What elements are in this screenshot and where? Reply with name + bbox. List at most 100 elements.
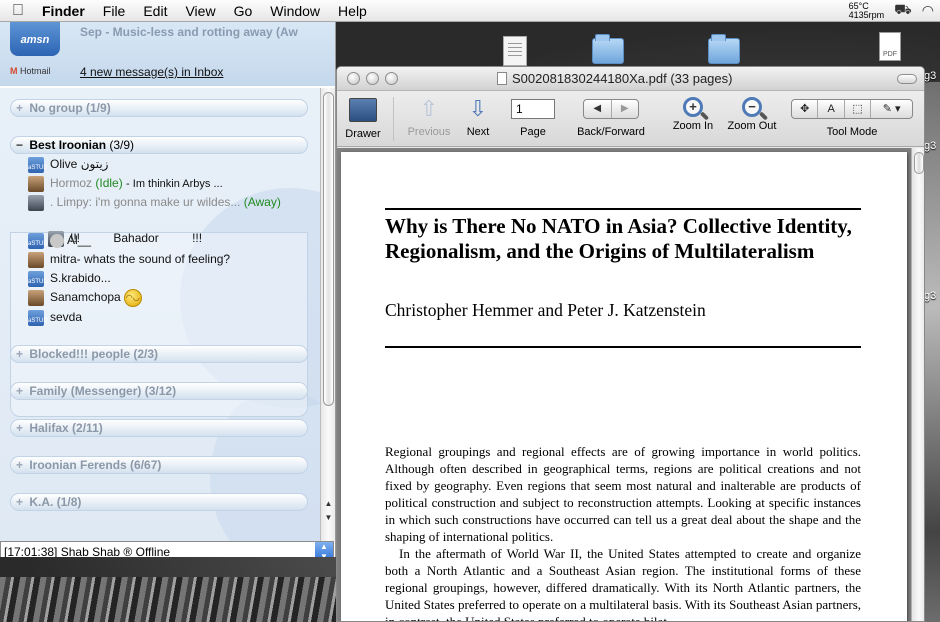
menu-go[interactable]: Go [225, 0, 262, 22]
contact-item[interactable]: Hormoz (Idle) - Im thinkin Arbys ... [28, 175, 313, 192]
group-best-iroonian[interactable]: − Best Iroonian (3/9) [10, 136, 308, 154]
personal-status-message[interactable]: Sep - Music-less and rotting away (Aw [80, 25, 330, 39]
scroll-down-arrow-icon[interactable]: ▼ [321, 511, 335, 525]
page-number-input[interactable]: 1 [511, 99, 555, 119]
zoom-in-icon: + [683, 97, 703, 117]
annotate-tool-icon[interactable]: ✎ ▾ [870, 100, 912, 118]
group-name: No group [29, 101, 83, 115]
contact-personal-message: - Im thinkin Arbys ... [126, 178, 223, 190]
contact-name: mitra- whats the sound of feeling? [50, 252, 231, 266]
contact-item[interactable]: aSTUD S.krabido... [28, 270, 313, 287]
contact-name: Sanamchopa [50, 290, 121, 305]
contact-avatar [28, 251, 44, 268]
contact-name: Hormoz [50, 176, 93, 190]
contact-list: + No group (1/9) − Best Iroonian (3/9) a… [0, 88, 320, 541]
desktop-document-icon[interactable] [503, 36, 527, 66]
expand-icon: + [16, 421, 24, 435]
desktop-folder-icon[interactable] [592, 34, 624, 64]
preview-toolbar: Drawer ⇧ Previous ⇩ Next 1 Page ◀ ▶ Back… [337, 91, 924, 147]
preview-title-bar[interactable]: S002081830244180Xa.pdf (33 pages) [337, 67, 924, 91]
tool-mode-segmented: ✥ A ⬚ ✎ ▾ [791, 99, 913, 119]
contact-item[interactable]: !!! Bahador !!! [28, 213, 313, 247]
menu-app-finder[interactable]: Finder [36, 0, 94, 22]
preview-window: S002081830244180Xa.pdf (33 pages) Drawer… [336, 66, 925, 622]
menu-edit[interactable]: Edit [134, 0, 176, 22]
minimize-button[interactable] [366, 72, 379, 85]
contact-item[interactable]: aSTUD sevda [28, 309, 313, 326]
select-tool-icon[interactable]: ⬚ [843, 100, 870, 118]
contact-status: (Away) [243, 195, 281, 209]
group-count: (6/67) [130, 458, 162, 472]
sad-emoticon-icon: ◠◡ [123, 289, 142, 307]
amsn-header: amsn Sep - Music-less and rotting away (… [0, 22, 335, 86]
group-iroonian-ferends[interactable]: + Iroonian Ferends (6/67) [10, 456, 308, 474]
expand-icon: + [16, 101, 24, 115]
contact-item[interactable]: Sanamchopa ◠◡ [28, 289, 313, 307]
document-view[interactable]: Why is There No NATO in Asia? Collective… [337, 148, 924, 622]
tool-mode-label: Tool Mode [826, 126, 878, 138]
contact-list-scrollbar[interactable]: ▲ ▼ [320, 88, 335, 541]
paragraph: In the aftermath of World War II, the Un… [385, 546, 861, 622]
contact-item[interactable]: mitra- whats the sound of feeling? [28, 251, 313, 268]
expand-icon: + [16, 495, 24, 509]
paper-body: Regional groupings and regional effects … [385, 443, 861, 622]
group-count: (1/8) [56, 495, 82, 509]
contact-avatar: aSTUD [28, 309, 48, 326]
menu-view[interactable]: View [176, 0, 224, 22]
default-avatar-icon [50, 233, 64, 248]
paper-authors: Christopher Hemmer and Peter J. Katzenst… [385, 300, 706, 320]
apple-icon[interactable]:  [0, 2, 36, 20]
scrollbar-thumb[interactable] [914, 152, 924, 174]
group-halifax[interactable]: + Halifax (2/11) [10, 419, 308, 437]
forward-button[interactable]: ▶ [610, 100, 639, 118]
inbox-link[interactable]: 4 new message(s) in Inbox [80, 65, 223, 79]
desktop-pdf-icon[interactable]: PDF [879, 32, 901, 61]
close-button[interactable] [347, 72, 360, 85]
drawer-button[interactable]: Drawer [343, 95, 383, 140]
next-button[interactable]: ⇩ Next [458, 95, 498, 138]
menu-window[interactable]: Window [261, 0, 329, 22]
page-control: 1 Page [503, 95, 563, 138]
group-ka[interactable]: + K.A. (1/8) [10, 493, 308, 511]
temperature-readout[interactable]: 65°C 4135rpm [848, 1, 885, 20]
desktop-folder-icon[interactable] [708, 34, 740, 64]
contact-status: (Idle) [95, 176, 123, 190]
scrollbar-thumb[interactable] [323, 92, 334, 406]
group-blocked-people[interactable]: + Blocked!!! people (2/3) [10, 345, 308, 363]
group-no-group[interactable]: + No group (1/9) [10, 99, 308, 117]
group-family-messenger[interactable]: + Family (Messenger) (3/12) [10, 382, 308, 400]
previous-button[interactable]: ⇧ Previous [401, 95, 457, 138]
pdf-page[interactable]: Why is There No NATO in Asia? Collective… [341, 152, 907, 622]
contact-name: Al__ [67, 233, 92, 247]
binoculars-icon[interactable]: ⛟ [894, 1, 912, 20]
back-forward-segmented: ◀ ▶ [583, 99, 639, 119]
contact-item[interactable]: aSTUD Al__ [28, 232, 313, 249]
back-button[interactable]: ◀ [584, 100, 611, 118]
scroll-up-arrow-icon[interactable]: ▲ [321, 497, 335, 511]
contact-avatar [28, 194, 44, 211]
desktop-side-label: g3 [924, 70, 937, 82]
menu-file[interactable]: File [94, 0, 135, 22]
status-bar-select[interactable]: [17:01:38] Shab Shab ® Offline ▲ ▼ [0, 541, 334, 557]
group-count: (2/11) [72, 421, 103, 435]
contact-item[interactable]: . Limpy: i'm gonna make ur wildes... (Aw… [28, 194, 313, 211]
hotmail-icon: M [10, 66, 18, 76]
title-rule-top [385, 208, 861, 210]
group-name: Blocked!!! people [29, 347, 131, 361]
wifi-icon[interactable]: ◠ [922, 2, 934, 19]
contact-item[interactable]: aSTUD Olive زیتون [28, 156, 313, 173]
contact-name: . Limpy: i'm gonna make ur wildes... [50, 195, 241, 209]
toolbar-toggle-button[interactable] [897, 74, 917, 84]
back-forward-label: Back/Forward [577, 126, 645, 138]
back-forward-control: ◀ ▶ Back/Forward [571, 95, 651, 138]
menu-bar:  Finder File Edit View Go Window Help 6… [0, 0, 940, 22]
document-scrollbar[interactable] [911, 148, 924, 621]
zoom-in-button[interactable]: + Zoom In [667, 95, 719, 132]
fan-speed-value: 4135rpm [848, 9, 885, 20]
move-tool-icon[interactable]: ✥ [792, 100, 817, 118]
zoom-out-button[interactable]: − Zoom Out [723, 95, 781, 132]
select-arrows-icon[interactable]: ▲ ▼ [315, 542, 333, 557]
menu-help[interactable]: Help [329, 0, 376, 22]
text-tool-icon[interactable]: A [817, 100, 843, 118]
zoom-button[interactable] [385, 72, 398, 85]
